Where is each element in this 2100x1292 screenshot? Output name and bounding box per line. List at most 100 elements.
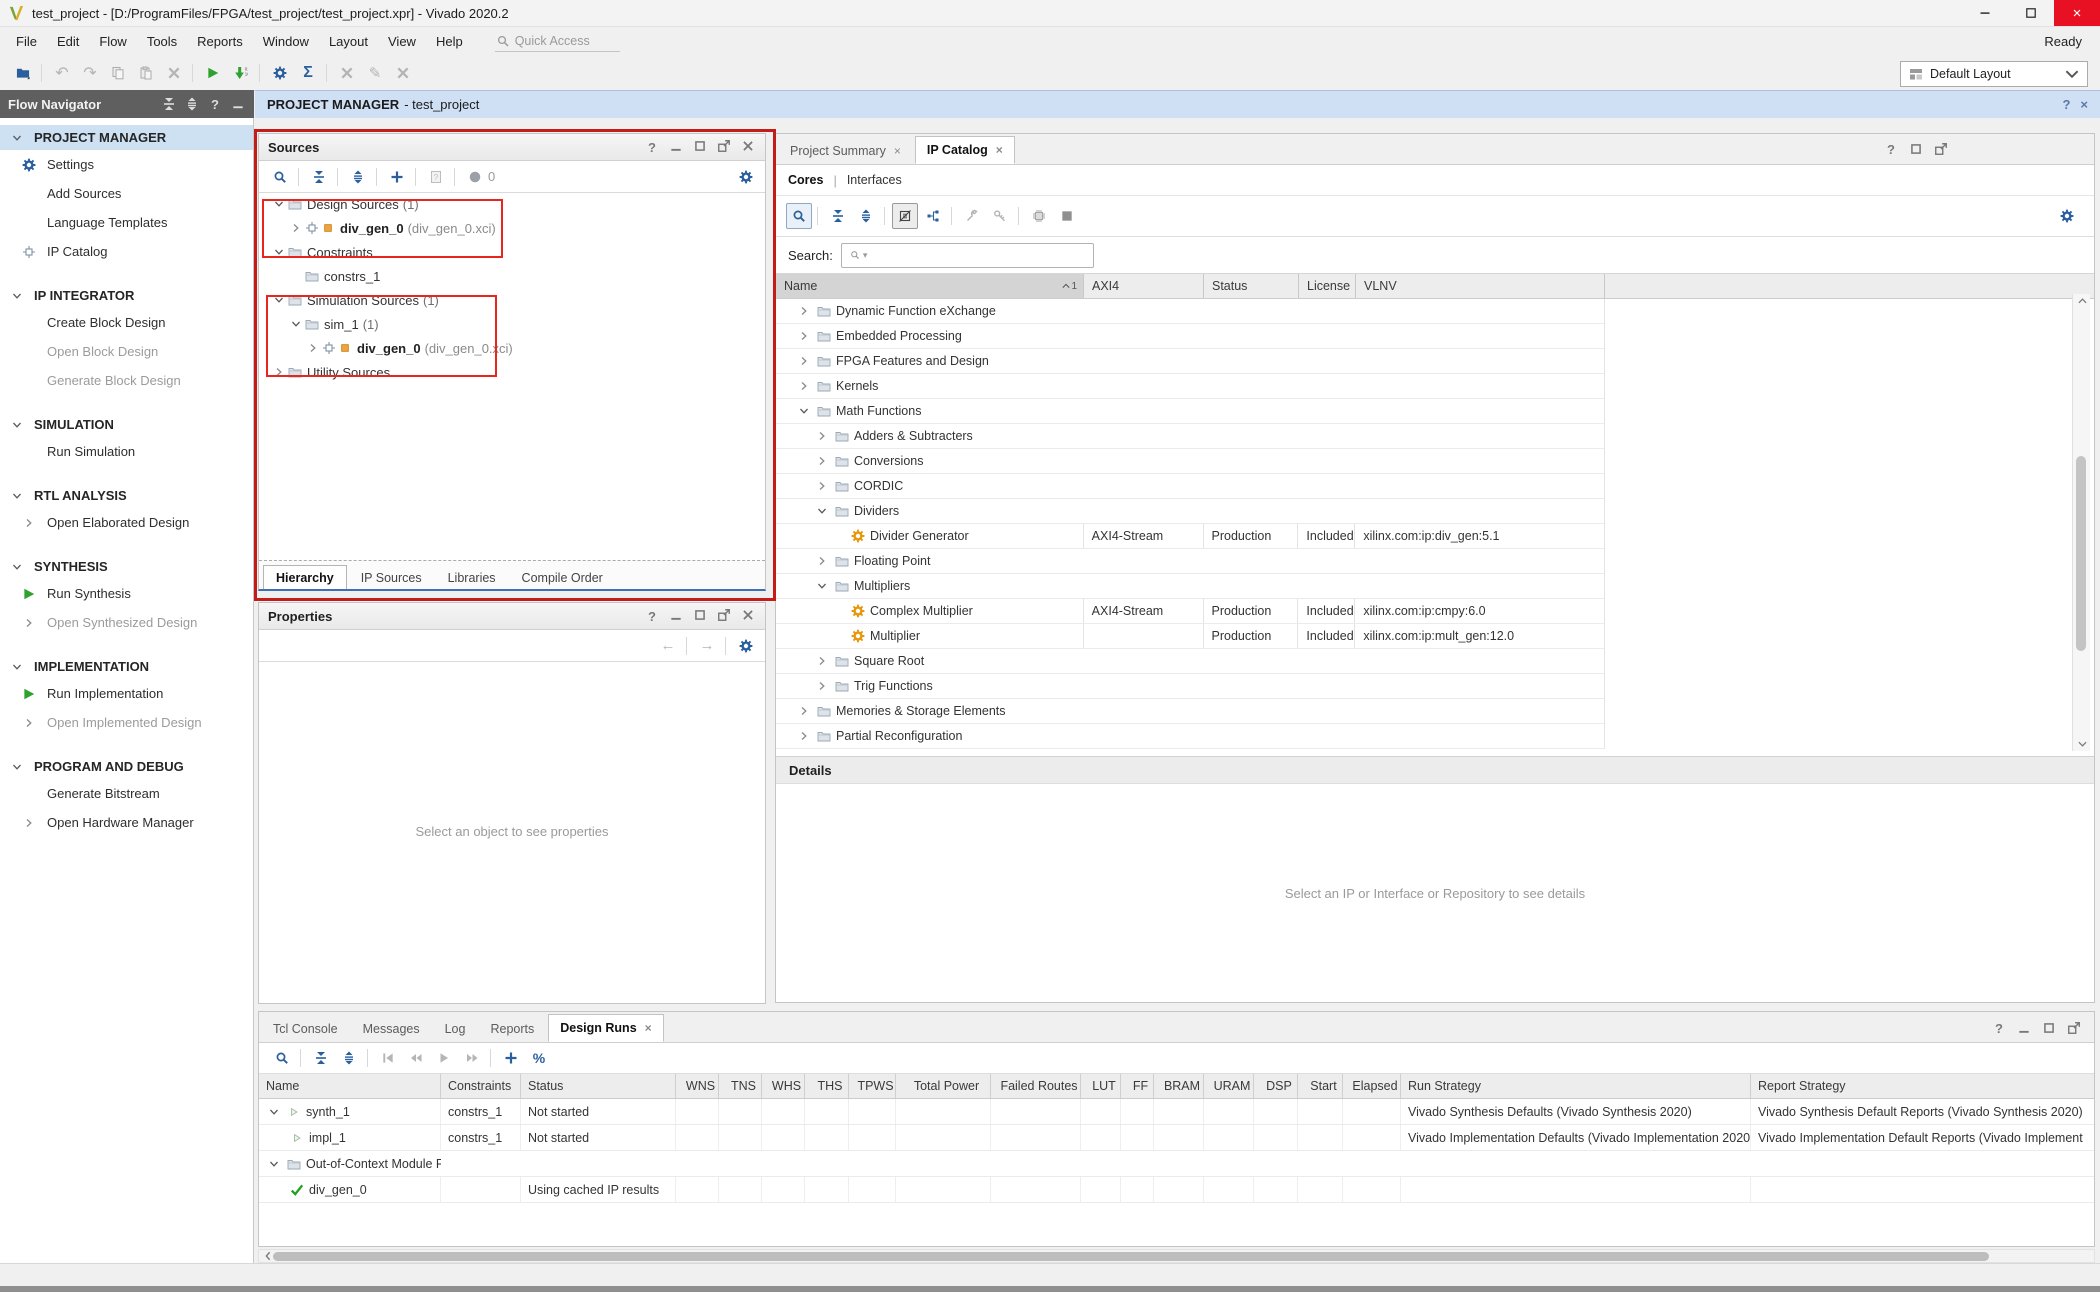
source-tree-item[interactable]: div_gen_0(div_gen_0.xci) bbox=[259, 336, 765, 360]
column-header-ff[interactable]: FF bbox=[1121, 1074, 1154, 1098]
column-header-bram[interactable]: BRAM bbox=[1154, 1074, 1204, 1098]
design-run-row[interactable]: Out-of-Context Module Runs bbox=[259, 1151, 2094, 1177]
minimize-window-icon[interactable] bbox=[1962, 0, 2008, 26]
expand-all-button[interactable] bbox=[336, 1045, 362, 1071]
column-header-total-power[interactable]: Total Power bbox=[896, 1074, 991, 1098]
tab-tcl-console[interactable]: Tcl Console bbox=[262, 1016, 349, 1042]
flow-section-header[interactable]: RTL ANALYSIS bbox=[0, 483, 253, 508]
run-button[interactable] bbox=[200, 60, 226, 86]
subtab-cores[interactable]: Cores bbox=[788, 173, 823, 187]
column-header-uram[interactable]: URAM bbox=[1204, 1074, 1254, 1098]
ip-catalog-row[interactable]: Square Root bbox=[776, 649, 1605, 674]
tab-reports[interactable]: Reports bbox=[479, 1016, 545, 1042]
column-header-constraints[interactable]: Constraints bbox=[441, 1074, 521, 1098]
flow-item-generate-bitstream[interactable]: Generate Bitstream bbox=[0, 779, 253, 808]
maximize-button[interactable] bbox=[692, 138, 708, 156]
expand-all-button[interactable] bbox=[345, 164, 371, 190]
column-header-name[interactable]: Name bbox=[259, 1074, 441, 1098]
source-tree-item[interactable]: Simulation Sources(1) bbox=[259, 288, 765, 312]
ip-catalog-row[interactable]: Kernels bbox=[776, 374, 1605, 399]
menu-file[interactable]: File bbox=[6, 31, 47, 52]
collapse-button[interactable] bbox=[161, 96, 177, 112]
flow-section-header[interactable]: SIMULATION bbox=[0, 412, 253, 437]
filter-incompatible-button[interactable] bbox=[892, 203, 918, 229]
close-button[interactable] bbox=[740, 138, 756, 156]
generate-bitstream-button[interactable]: 0110 bbox=[228, 60, 254, 86]
ip-catalog-row[interactable]: Embedded Processing bbox=[776, 324, 1605, 349]
close-tab-icon[interactable]: × bbox=[996, 143, 1003, 157]
maximize-button[interactable] bbox=[2041, 1020, 2057, 1038]
column-header-status[interactable]: Status bbox=[1204, 274, 1299, 298]
flow-section-header[interactable]: PROGRAM AND DEBUG bbox=[0, 754, 253, 779]
source-tree-item[interactable]: Design Sources(1) bbox=[259, 192, 765, 216]
flow-item-run-synthesis[interactable]: Run Synthesis bbox=[0, 579, 253, 608]
column-header-dsp[interactable]: DSP bbox=[1254, 1074, 1298, 1098]
source-tree-item[interactable]: Utility Sources bbox=[259, 360, 765, 384]
minimize-button[interactable] bbox=[668, 138, 684, 156]
ip-catalog-row[interactable]: CORDIC bbox=[776, 474, 1605, 499]
flow-item-run-implementation[interactable]: Run Implementation bbox=[0, 679, 253, 708]
ip-catalog-row[interactable]: FPGA Features and Design bbox=[776, 349, 1605, 374]
ip-catalog-row[interactable]: Multipliers bbox=[776, 574, 1605, 599]
column-header-axi4[interactable]: AXI4 bbox=[1084, 274, 1204, 298]
settings-button[interactable] bbox=[267, 60, 293, 86]
column-header-elapsed[interactable]: Elapsed bbox=[1343, 1074, 1401, 1098]
design-run-row[interactable]: impl_1constrs_1Not startedVivado Impleme… bbox=[259, 1125, 2094, 1151]
column-header-start[interactable]: Start bbox=[1298, 1074, 1343, 1098]
collapse-all-button[interactable] bbox=[306, 164, 332, 190]
column-header-tns[interactable]: TNS bbox=[719, 1074, 762, 1098]
search-button[interactable] bbox=[267, 164, 293, 190]
add-button[interactable] bbox=[498, 1045, 524, 1071]
menu-window[interactable]: Window bbox=[253, 31, 319, 52]
tab-design-runs[interactable]: Design Runs× bbox=[548, 1014, 663, 1042]
open-project-button[interactable] bbox=[10, 60, 36, 86]
tab-messages[interactable]: Messages bbox=[352, 1016, 431, 1042]
float-button[interactable] bbox=[716, 138, 732, 156]
subtab-interfaces[interactable]: Interfaces bbox=[847, 173, 902, 187]
flow-item-open-hardware-manager[interactable]: Open Hardware Manager bbox=[0, 808, 253, 837]
settings-gear-button[interactable] bbox=[2054, 203, 2080, 229]
column-header-ths[interactable]: THS bbox=[805, 1074, 849, 1098]
help-button[interactable]: ? bbox=[644, 608, 660, 624]
sources-tab-compile-order[interactable]: Compile Order bbox=[510, 566, 615, 589]
flow-section-header[interactable]: SYNTHESIS bbox=[0, 554, 253, 579]
ip-catalog-row[interactable]: Conversions bbox=[776, 449, 1605, 474]
report-summary-button[interactable]: Σ bbox=[295, 60, 321, 86]
percent-button[interactable]: % bbox=[526, 1045, 552, 1071]
flow-section-header[interactable]: IP INTEGRATOR bbox=[0, 283, 253, 308]
add-button[interactable] bbox=[384, 164, 410, 190]
menu-layout[interactable]: Layout bbox=[319, 31, 378, 52]
column-header-whs[interactable]: WHS bbox=[762, 1074, 805, 1098]
maximize-window-icon[interactable] bbox=[2008, 0, 2054, 26]
menu-tools[interactable]: Tools bbox=[137, 31, 187, 52]
ip-catalog-row[interactable]: Divider GeneratorAXI4-StreamProductionIn… bbox=[776, 524, 1605, 549]
collapse-all-button[interactable] bbox=[308, 1045, 334, 1071]
search-button[interactable] bbox=[269, 1045, 295, 1071]
help-button[interactable]: ? bbox=[644, 139, 660, 155]
ip-catalog-row[interactable]: Partial Reconfiguration bbox=[776, 724, 1605, 749]
maximize-button[interactable] bbox=[692, 607, 708, 625]
menu-flow[interactable]: Flow bbox=[89, 31, 136, 52]
column-header-lut[interactable]: LUT bbox=[1081, 1074, 1121, 1098]
column-header-wns[interactable]: WNS bbox=[676, 1074, 719, 1098]
design-run-row[interactable]: div_gen_0Using cached IP results bbox=[259, 1177, 2094, 1203]
flow-item-ip-catalog[interactable]: IP Catalog bbox=[0, 237, 253, 266]
scrollbar-thumb[interactable] bbox=[2076, 456, 2086, 651]
column-header-run-strategy[interactable]: Run Strategy bbox=[1401, 1074, 1751, 1098]
ip-catalog-row[interactable]: Adders & Subtracters bbox=[776, 424, 1605, 449]
column-header-name[interactable]: Name1 bbox=[776, 274, 1084, 298]
help-button[interactable]: ? bbox=[207, 96, 223, 112]
column-header-tpws[interactable]: TPWS bbox=[849, 1074, 896, 1098]
scroll-down-icon[interactable] bbox=[2073, 737, 2091, 751]
minimize-button[interactable] bbox=[668, 607, 684, 625]
tab-ip-catalog[interactable]: IP Catalog× bbox=[915, 136, 1015, 164]
ip-catalog-row[interactable]: Dynamic Function eXchange bbox=[776, 299, 1605, 324]
expand-all-button[interactable] bbox=[853, 203, 879, 229]
add-repository-button[interactable] bbox=[920, 203, 946, 229]
flow-item-add-sources[interactable]: Add Sources bbox=[0, 179, 253, 208]
scrollbar-thumb[interactable] bbox=[273, 1252, 1989, 1261]
ip-catalog-row[interactable]: Floating Point bbox=[776, 549, 1605, 574]
ip-catalog-row[interactable]: Memories & Storage Elements bbox=[776, 699, 1605, 724]
flow-item-language-templates[interactable]: Language Templates bbox=[0, 208, 253, 237]
horizontal-scrollbar[interactable] bbox=[258, 1249, 2095, 1263]
